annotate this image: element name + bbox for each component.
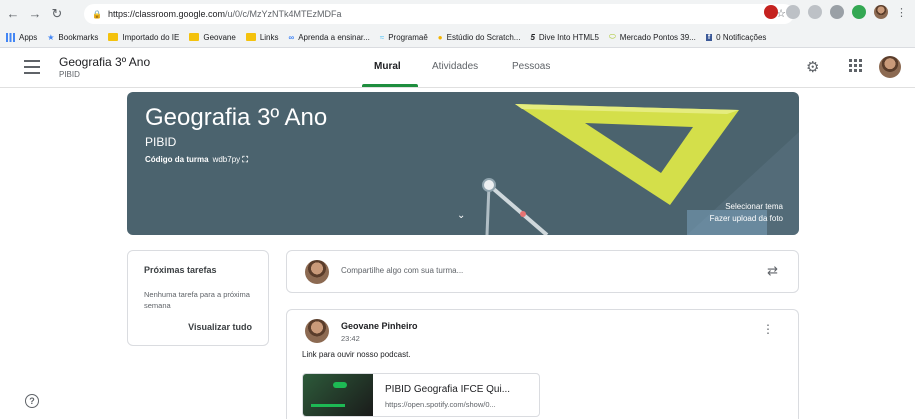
extensions-row: ⋮ <box>764 5 907 19</box>
extension-icon[interactable] <box>764 5 778 19</box>
extension-icon[interactable] <box>808 5 822 19</box>
extension-icon[interactable] <box>786 5 800 19</box>
upload-photo-link[interactable]: Fazer upload da foto <box>710 214 783 223</box>
class-banner: Geografia 3º Ano PIBID Código da turma wd… <box>127 92 799 235</box>
banner-title: Geografia 3º Ano <box>145 104 328 131</box>
browser-chrome: ← → ↻ 🔒 https://classroom.google.com /u/… <box>0 0 915 48</box>
extension-icon[interactable] <box>830 5 844 19</box>
reload-icon[interactable]: ↻ <box>48 5 66 23</box>
url-path: /u/0/c/MzYzNTk4MTEzMDFa <box>225 9 342 19</box>
share-placeholder[interactable]: Compartilhe algo com sua turma... <box>341 266 463 275</box>
banner-section: PIBID <box>145 135 177 149</box>
post-time: 23:42 <box>341 334 360 343</box>
html5-icon: 5 <box>530 32 535 42</box>
class-code-value: wdb7py <box>212 155 241 164</box>
bookmark-item[interactable]: ≈ Programaê <box>380 33 428 42</box>
bookmark-label: Aprenda a ensinar... <box>298 32 370 42</box>
attachment-title: PIBID Geografia IFCE Qui... <box>385 384 511 395</box>
repost-icon[interactable]: ⇄ <box>767 263 778 279</box>
tab-pessoas[interactable]: Pessoas <box>512 61 550 72</box>
hamburger-menu-icon[interactable] <box>24 60 40 74</box>
user-avatar <box>305 260 329 284</box>
attachment-thumbnail <box>303 374 373 416</box>
bookmark-folder[interactable]: Geovane <box>189 32 236 42</box>
bookmark-label: Dive Into HTML5 <box>538 32 599 42</box>
bookmark-item[interactable]: f0 Notificações <box>705 32 767 42</box>
attachment-url: https://open.spotify.com/show/0... <box>385 400 496 409</box>
help-icon[interactable]: ? <box>25 394 39 408</box>
bookmark-item[interactable]: ★ Bookmarks <box>47 33 98 42</box>
class-section: PIBID <box>59 70 80 79</box>
folder-icon <box>108 33 119 41</box>
link-icon: ∞ <box>288 32 295 42</box>
profile-avatar[interactable] <box>874 5 888 19</box>
bookmark-folder[interactable]: Links <box>245 32 279 42</box>
class-code: Código da turma wdb7py ⛶ <box>145 155 248 165</box>
facebook-icon: f <box>705 33 713 41</box>
thumbnail-bar <box>311 404 345 407</box>
bookmark-label: Programaê <box>388 32 428 42</box>
apps-grid-icon <box>6 32 15 42</box>
attachment-link[interactable]: PIBID Geografia IFCE Qui... https://open… <box>302 373 540 417</box>
bookmark-item[interactable]: 5 Dive Into HTML5 <box>530 33 598 42</box>
bookmark-label: Links <box>259 32 279 42</box>
mercado-icon: ⬭ <box>608 32 616 41</box>
back-icon[interactable]: ← <box>4 5 22 23</box>
folder-icon <box>245 33 256 41</box>
folder-icon <box>189 33 200 41</box>
bookmarks-bar: Apps ★ Bookmarks Importado do IE Geovane … <box>0 27 915 47</box>
class-name[interactable]: Geografia 3º Ano <box>59 55 150 69</box>
star-icon: ★ <box>47 32 55 42</box>
bookmark-label: Estúdio do Scratch... <box>446 32 521 42</box>
chevron-down-icon[interactable]: ⌄ <box>457 210 465 221</box>
forward-icon[interactable]: → <box>26 5 44 23</box>
extension-icon[interactable] <box>852 5 866 19</box>
share-box[interactable]: Compartilhe algo com sua turma... ⇄ <box>286 250 799 293</box>
bookmark-item[interactable]: ● Estúdio do Scratch... <box>438 33 521 42</box>
upcoming-empty-text: Nenhuma tarefa para a próxima semana <box>144 290 250 310</box>
address-bar[interactable]: 🔒 https://classroom.google.com /u/0/c/Mz… <box>84 4 794 24</box>
spotify-logo-icon <box>333 382 347 388</box>
user-avatar[interactable] <box>879 56 901 78</box>
bookmark-label: Bookmarks <box>58 32 99 42</box>
settings-gear-icon[interactable]: ⚙ <box>806 58 819 76</box>
bookmark-item[interactable]: ∞ Aprenda a ensinar... <box>289 33 370 42</box>
bookmark-label: Apps <box>19 32 38 42</box>
tab-mural[interactable]: Mural <box>374 61 401 72</box>
fullscreen-icon[interactable]: ⛶ <box>242 155 248 164</box>
upcoming-title: Próximas tarefas <box>144 265 217 275</box>
class-code-label: Código da turma <box>145 155 209 164</box>
post-author: Geovane Pinheiro <box>341 321 418 331</box>
wave-icon: ≈ <box>379 32 385 42</box>
bookmark-folder[interactable]: Importado do IE <box>108 33 179 42</box>
bookmark-item[interactable]: ⬭ Mercado Pontos 39... <box>609 32 696 42</box>
active-tab-indicator <box>362 84 418 87</box>
tab-atividades[interactable]: Atividades <box>432 61 478 72</box>
select-theme-link[interactable]: Selecionar tema <box>725 202 783 211</box>
bookmark-label: Mercado Pontos 39... <box>619 32 696 42</box>
author-avatar <box>305 319 329 343</box>
view-all-link[interactable]: Visualizar tudo <box>188 322 252 332</box>
browser-menu-icon[interactable]: ⋮ <box>896 6 907 19</box>
url-host: https://classroom.google.com <box>107 9 226 19</box>
bookmark-label: Geovane <box>203 32 236 42</box>
upcoming-card: Próximas tarefas Nenhuma tarefa para a p… <box>127 250 269 346</box>
lock-icon: 🔒 <box>92 9 102 19</box>
classroom-appbar: Geografia 3º Ano PIBID Mural Atividades … <box>0 48 915 88</box>
bookmark-apps[interactable]: Apps <box>6 32 38 42</box>
scratch-icon: ● <box>437 32 443 42</box>
stream-post: Geovane Pinheiro 23:42 ⋮ Link para ouvir… <box>286 309 799 419</box>
post-text: Link para ouvir nosso podcast. <box>302 350 411 359</box>
google-apps-icon[interactable] <box>849 59 862 72</box>
bookmark-label: 0 Notificações <box>716 32 767 42</box>
more-options-icon[interactable]: ⋮ <box>762 322 774 336</box>
bookmark-label: Importado do IE <box>122 32 180 42</box>
